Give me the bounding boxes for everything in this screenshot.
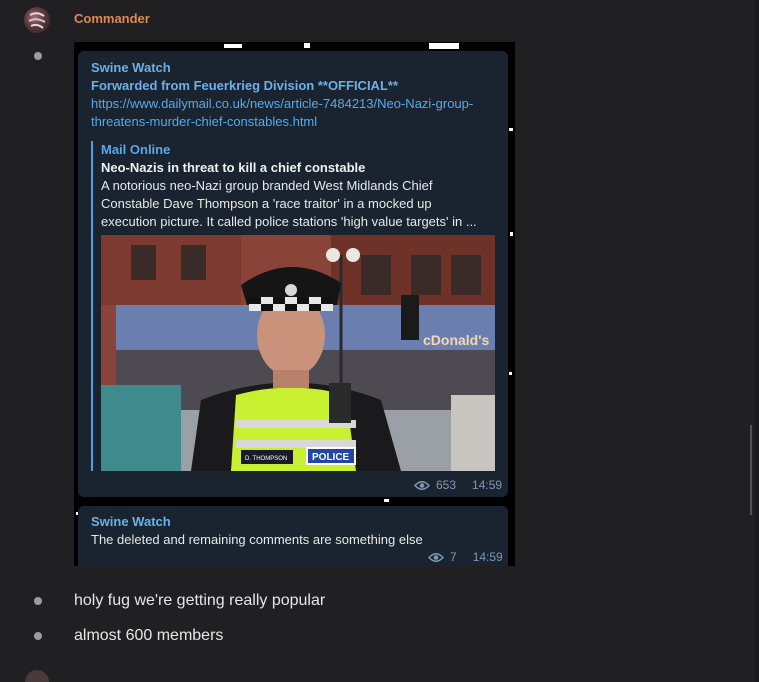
preview-description-line: A notorious neo-Nazi group branded West … [101,178,433,193]
article-link-line[interactable]: threatens-murder-chief-constables.html [91,113,473,131]
message-bullet [34,52,42,60]
window-edge [755,0,759,682]
message-meta: 7 14:59 [428,550,503,564]
message-bullet [34,597,42,605]
preview-title: Neo-Nazis in threat to kill a chief cons… [101,160,366,175]
chat-message: holy fug we're getting really popular [74,592,326,609]
message-time: 14:59 [472,478,503,492]
channel-name[interactable]: Swine Watch [91,60,171,75]
message-time: 14:59 [472,550,503,564]
article-link[interactable]: https://www.dailymail.co.uk/news/article… [91,95,473,131]
sender-name[interactable]: Commander [74,11,150,26]
police-officer-photo: cDonald's D. THOMPSON POLICE [101,235,495,471]
preview-description-line: execution picture. It called police stat… [101,214,477,229]
eye-icon [414,480,430,490]
avatar[interactable] [24,7,50,33]
scrollbar-thumb[interactable] [750,425,752,515]
message-bullet [34,632,42,640]
forwarded-from-label[interactable]: Forwarded from Feuerkrieg Division **OFF… [91,78,398,93]
message-text: The deleted and remaining comments are s… [91,532,423,547]
article-link-line[interactable]: https://www.dailymail.co.uk/news/article… [91,95,473,113]
shop-sign-text: cDonald's [423,332,490,348]
channel-name[interactable]: Swine Watch [91,514,171,529]
police-vest-text: POLICE [312,452,350,463]
view-count: 653 [436,478,457,492]
avatar-icon [28,12,46,29]
name-badge-text: D. THOMPSON [245,456,287,462]
preview-site-name: Mail Online [101,142,171,157]
preview-photo[interactable]: cDonald's D. THOMPSON POLICE [101,235,495,471]
preview-accent-bar [91,141,93,471]
preview-description: A notorious neo-Nazi group branded West … [101,177,477,231]
view-count: 7 [450,550,457,564]
message-meta: 653 14:59 [414,478,502,492]
preview-description-line: Constable Dave Thompson a 'race traitor'… [101,196,432,211]
eye-icon [428,552,444,562]
chat-message: almost 600 members [74,627,224,644]
next-avatar[interactable] [25,670,49,682]
